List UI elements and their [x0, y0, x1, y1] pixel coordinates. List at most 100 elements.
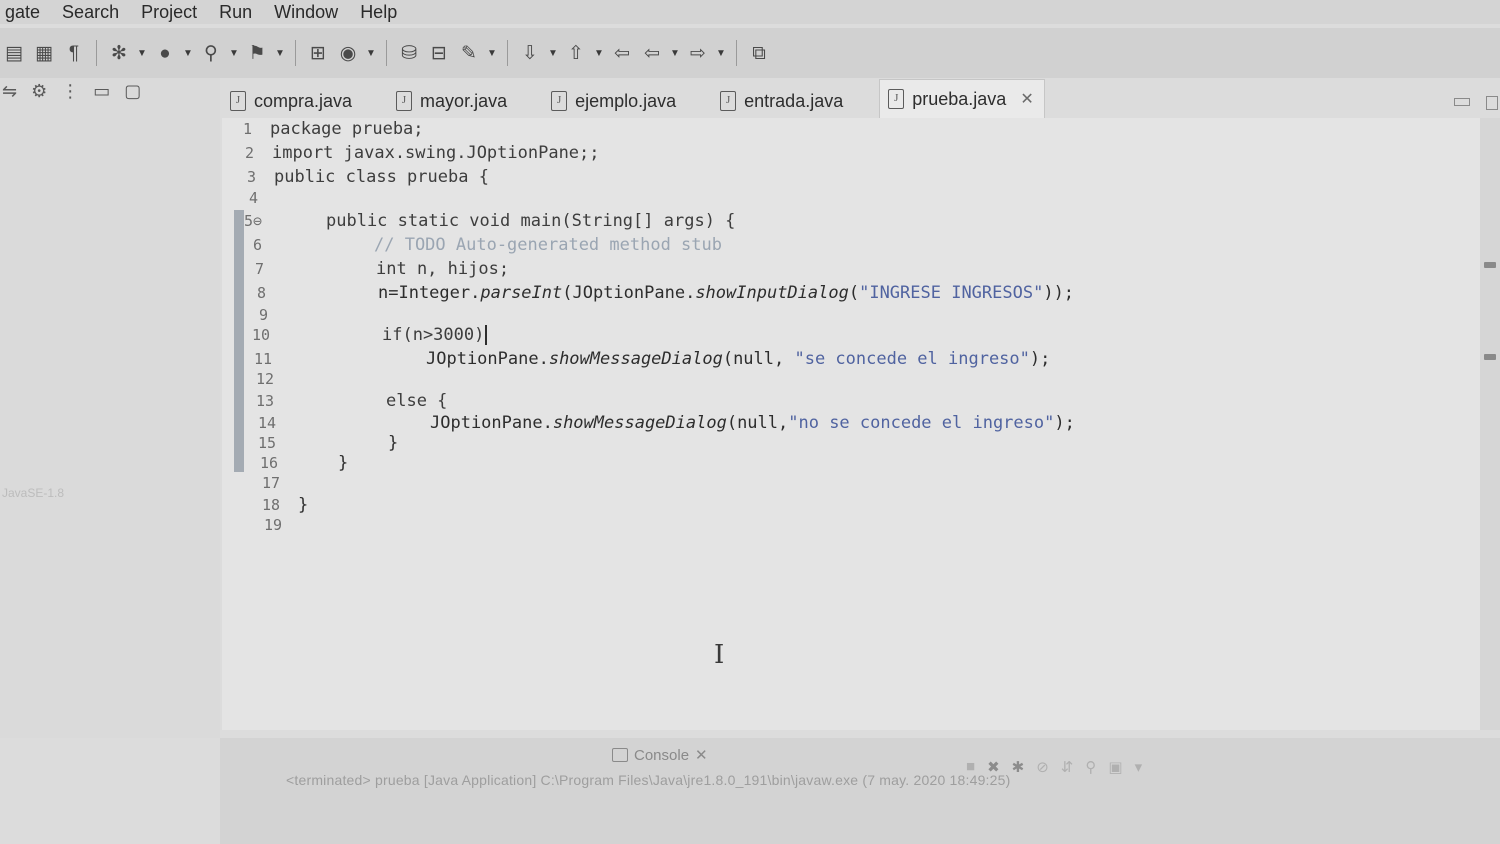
search-dropdown-icon[interactable]: ▼ — [487, 48, 497, 59]
clear-console-icon[interactable]: ⊘ — [1036, 758, 1049, 776]
new-class-dropdown-icon[interactable]: ▼ — [366, 48, 376, 59]
code-text: ( — [848, 283, 860, 303]
new-java-package-icon[interactable]: ⊞ — [306, 41, 330, 65]
menu-run[interactable]: Run — [208, 3, 263, 21]
eclipse-window: gate Search Project Run Window Help ▤ ▦ … — [0, 0, 1500, 844]
pilcrow-icon[interactable]: ¶ — [62, 41, 86, 65]
new-class-icon[interactable]: ◉ — [336, 41, 360, 65]
code-line: 3 public class prueba { — [226, 166, 489, 188]
next-annotation-dropdown-icon[interactable]: ▼ — [548, 48, 558, 59]
minimize-icon[interactable]: ▭ — [93, 81, 110, 102]
menu-help[interactable]: Help — [349, 3, 408, 21]
code-method: parseInt — [480, 283, 563, 303]
code-line: 12 — [244, 368, 292, 390]
code-line: 19 — [252, 514, 300, 536]
text-cursor — [485, 325, 488, 345]
close-tab-icon[interactable]: ✕ — [1020, 89, 1033, 109]
run-dropdown-icon[interactable]: ▼ — [183, 48, 193, 59]
open-perspective-icon[interactable]: ⧉ — [747, 41, 771, 65]
line-number: 17 — [261, 474, 280, 492]
editor-tab-bar: J compra.java J mayor.java J ejemplo.jav… — [222, 79, 1500, 118]
code-comment: // TODO Auto-generated method stub — [374, 235, 722, 255]
forward-icon[interactable]: ⇨ — [686, 41, 710, 65]
code-text: } — [388, 433, 399, 453]
run-icon[interactable]: ● — [153, 41, 177, 65]
code-line: 5⊖ public static void main(String[] args… — [232, 210, 735, 232]
code-editor[interactable]: 1 package prueba; 2 import javax.swing.J… — [222, 118, 1480, 730]
code-line: 7 int n, hijos; — [234, 258, 509, 280]
menu-search[interactable]: Search — [51, 3, 130, 21]
debug-dropdown-icon[interactable]: ▼ — [137, 48, 147, 59]
menu-bar: gate Search Project Run Window Help — [0, 0, 1500, 24]
view-menu-icon[interactable]: ⋮ — [61, 81, 79, 102]
code-method: showInputDialog — [695, 283, 849, 303]
code-text: } — [298, 495, 309, 515]
tab-ejemplo[interactable]: J ejemplo.java — [543, 84, 690, 118]
toolbar-separator — [736, 40, 737, 66]
package-explorer-toolbar: ⇋ ⚙ ⋮ ▭ ▢ — [0, 78, 220, 104]
line-number: 13 — [255, 392, 274, 410]
previous-annotation-dropdown-icon[interactable]: ▼ — [594, 48, 604, 59]
last-edit-icon[interactable]: ⇦ — [610, 41, 634, 65]
display-selected-icon[interactable]: ▣ — [1108, 758, 1122, 776]
code-line: 8 n=Integer. parseInt (JOptionPane. showInp… — [236, 282, 1074, 304]
editor-maximize-icon[interactable] — [1486, 96, 1498, 110]
ruler-mark[interactable] — [1484, 354, 1496, 360]
coverage-dropdown-icon[interactable]: ▼ — [275, 48, 285, 59]
tab-compra[interactable]: J compra.java — [222, 84, 366, 118]
external-tools-dropdown-icon[interactable]: ▼ — [229, 48, 239, 59]
remove-all-icon[interactable]: ✱ — [1012, 758, 1025, 776]
tab-mayor[interactable]: J mayor.java — [388, 84, 521, 118]
tab-entrada[interactable]: J entrada.java — [712, 84, 857, 118]
line-number: 16 — [259, 454, 278, 472]
ruler-mark[interactable] — [1484, 262, 1496, 268]
scroll-lock-icon[interactable]: ⇵ — [1061, 758, 1074, 776]
overview-ruler[interactable] — [1480, 118, 1500, 730]
back-dropdown-icon[interactable]: ▼ — [670, 48, 680, 59]
next-annotation-icon[interactable]: ⇩ — [518, 41, 542, 65]
pin-console-icon[interactable]: ⚲ — [1085, 758, 1096, 776]
close-console-icon[interactable]: ✕ — [695, 746, 708, 764]
java-file-icon: J — [230, 91, 246, 111]
line-number: 9 — [258, 306, 268, 324]
line-number: 14 — [257, 414, 276, 432]
search-icon[interactable]: ✎ — [457, 41, 481, 65]
external-tools-icon[interactable]: ⚲ — [199, 41, 223, 65]
code-text: if(n>3000) — [382, 325, 485, 345]
print-icon[interactable]: ▦ — [32, 41, 56, 65]
line-number: 4 — [248, 189, 258, 207]
mouse-ibeam-cursor: I — [714, 640, 725, 670]
debug-icon[interactable]: ✻ — [107, 41, 131, 65]
menu-project[interactable]: Project — [130, 3, 208, 21]
editor-minimize-icon[interactable] — [1454, 98, 1470, 106]
open-type-icon[interactable]: ⛁ — [397, 41, 421, 65]
code-line: 4 — [228, 187, 276, 209]
collapse-all-icon[interactable]: ⇋ — [2, 81, 17, 102]
link-editor-icon[interactable]: ⚙ — [31, 81, 47, 102]
menu-navigate[interactable]: gate — [0, 3, 51, 21]
forward-dropdown-icon[interactable]: ▼ — [716, 48, 726, 59]
console-tab-label: Console — [634, 746, 690, 764]
toolbar-separator — [507, 40, 508, 66]
line-number: 6 — [252, 236, 262, 254]
save-all-icon[interactable]: ▤ — [2, 41, 26, 65]
main-toolbar: ▤ ▦ ¶ ✻ ▼ ● ▼ ⚲ ▼ ⚑ ▼ ⊞ ◉ ▼ ⛁ ⊟ ✎ ▼ ⇩ ▼ … — [0, 28, 1500, 78]
tab-console[interactable]: Console ✕ — [612, 746, 708, 764]
toolbar-separator — [96, 40, 97, 66]
tab-label: prueba.java — [912, 88, 1007, 109]
code-line: 6 // TODO Auto-generated method stub — [232, 234, 722, 256]
menu-window[interactable]: Window — [263, 3, 349, 21]
toolbar-separator — [295, 40, 296, 66]
maximize-icon[interactable]: ▢ — [124, 81, 141, 102]
jre-library-label[interactable]: JavaSE-1.8 — [2, 486, 64, 500]
code-line: 14 JOptionPane. showMessageDialog (null, "n… — [246, 412, 1075, 434]
back-icon[interactable]: ⇦ — [640, 41, 664, 65]
code-text: int n, hijos; — [376, 259, 510, 279]
open-console-icon[interactable]: ▾ — [1135, 758, 1143, 776]
open-task-icon[interactable]: ⊟ — [427, 41, 451, 65]
code-text: public static void main(String[] args) { — [326, 211, 736, 231]
tab-label: entrada.java — [744, 90, 844, 111]
previous-annotation-icon[interactable]: ⇧ — [564, 41, 588, 65]
coverage-icon[interactable]: ⚑ — [245, 41, 269, 65]
tab-prueba[interactable]: J prueba.java ✕ — [879, 79, 1045, 118]
